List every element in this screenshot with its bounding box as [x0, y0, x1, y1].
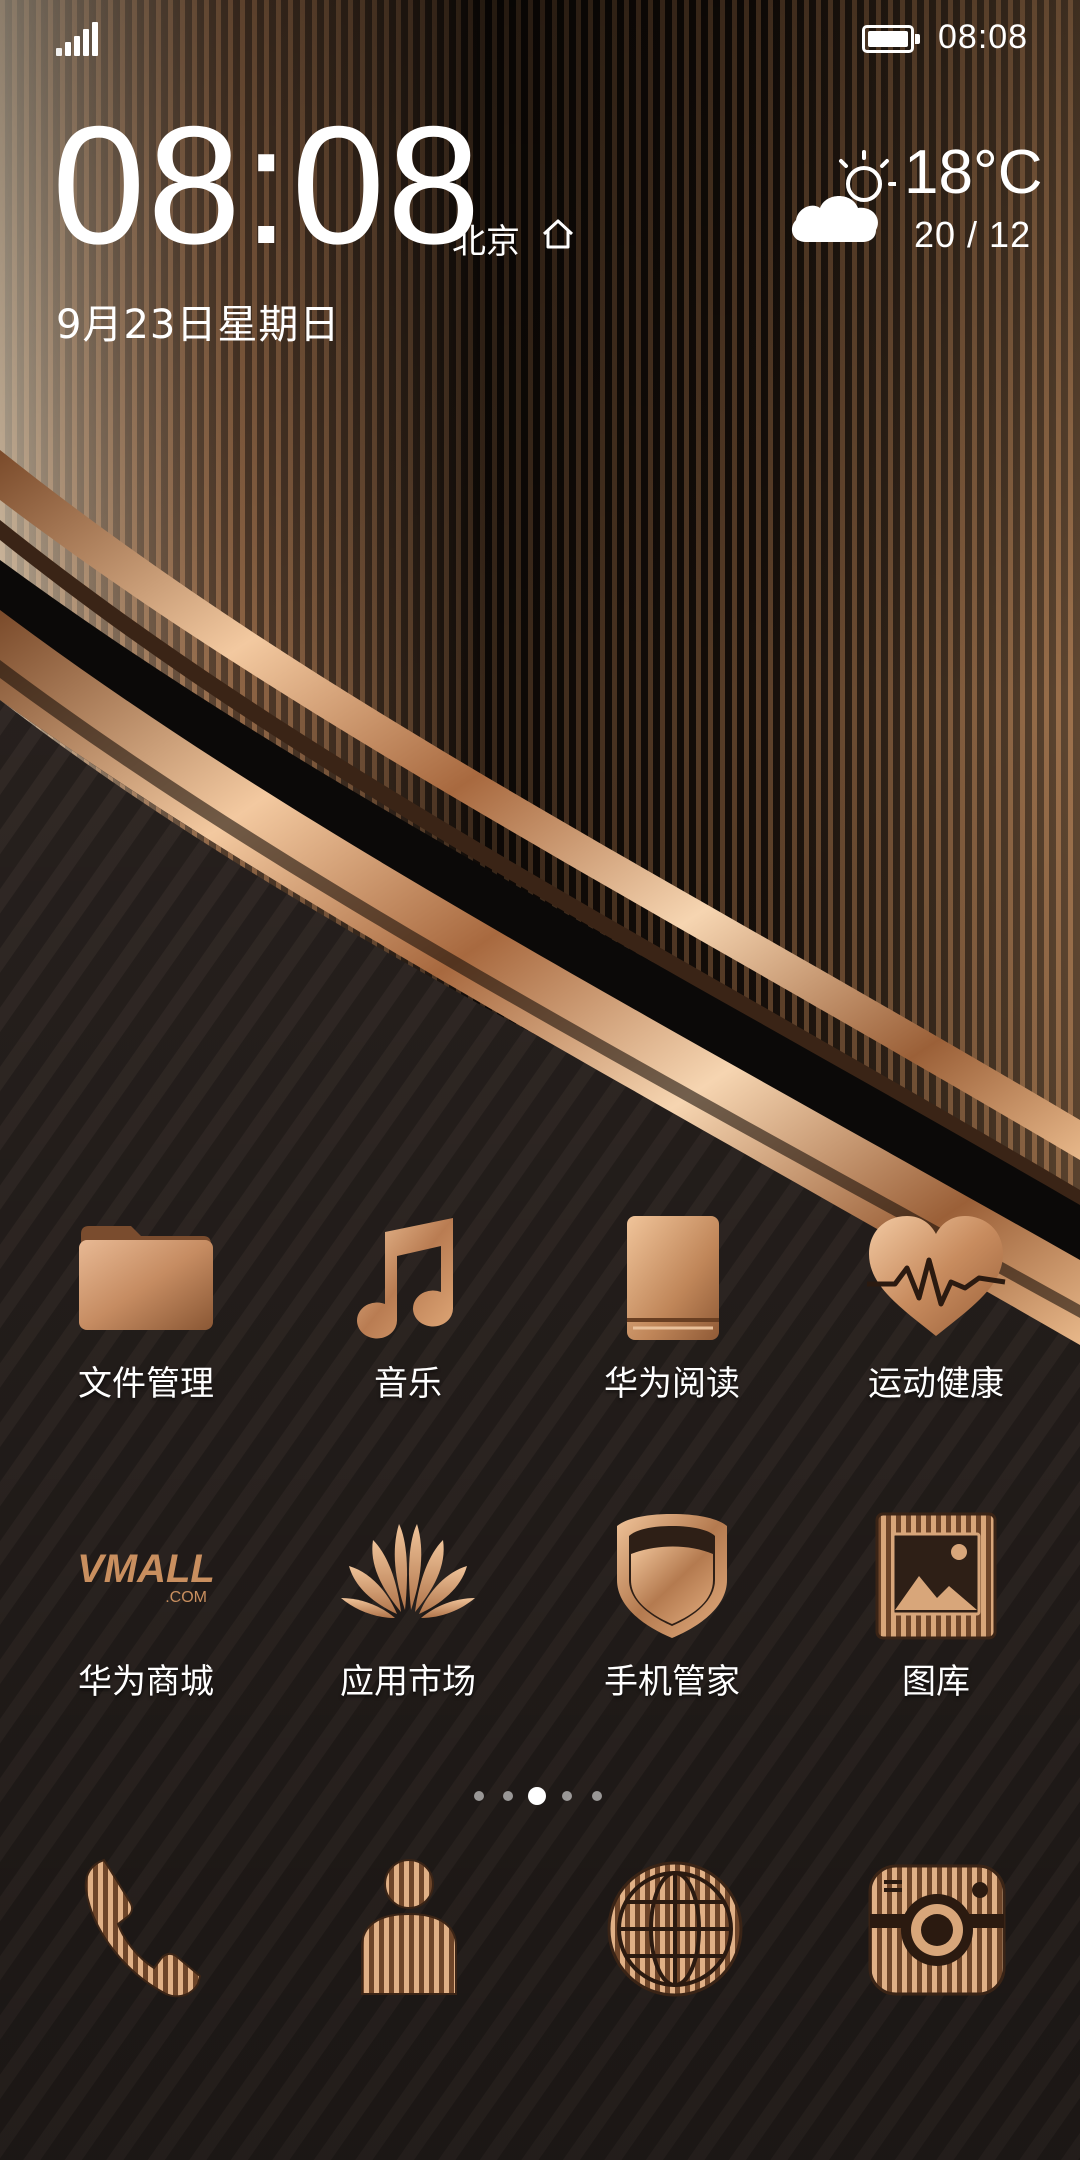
- camera-icon[interactable]: [862, 1854, 1012, 2004]
- svg-text:VMALL: VMALL: [77, 1547, 215, 1591]
- app-label: 手机管家: [604, 1662, 740, 1702]
- phone-icon[interactable]: [68, 1854, 218, 2004]
- page-dot[interactable]: [562, 1791, 572, 1801]
- app-label: 图库: [902, 1662, 970, 1702]
- folder-icon: [79, 1226, 213, 1330]
- app-gallery[interactable]: 图库: [826, 1510, 1046, 1703]
- app-app-gallery[interactable]: 应用市场: [298, 1510, 518, 1703]
- contacts-icon[interactable]: [334, 1854, 484, 2004]
- temperature: 18°C: [904, 138, 1043, 207]
- shield-icon: [617, 1514, 727, 1638]
- clock-time[interactable]: 08:08: [52, 100, 482, 270]
- app-label: 应用市场: [340, 1662, 476, 1702]
- music-note-icon: [357, 1218, 454, 1339]
- home-icon: [542, 219, 574, 249]
- city-label: 北京: [452, 222, 520, 262]
- gallery-icon: [875, 1512, 997, 1640]
- page-dot[interactable]: [503, 1791, 513, 1801]
- huawei-logo-icon: [341, 1524, 475, 1618]
- status-time: 08:08: [938, 18, 1029, 56]
- app-label: 华为商城: [78, 1662, 214, 1702]
- app-label: 文件管理: [78, 1364, 214, 1404]
- page-indicator[interactable]: [470, 1786, 610, 1806]
- app-label: 运动健康: [868, 1364, 1004, 1404]
- page-dot[interactable]: [474, 1791, 484, 1801]
- page-dot[interactable]: [592, 1791, 602, 1801]
- date-label: 9月23日星期日: [56, 302, 341, 348]
- book-icon: [627, 1216, 719, 1340]
- heart-pulse-icon: [867, 1216, 1006, 1336]
- browser-globe-icon[interactable]: [600, 1854, 750, 2004]
- app-phone-manager[interactable]: 手机管家: [562, 1510, 782, 1703]
- app-label: 音乐: [374, 1364, 442, 1404]
- page-dot-active[interactable]: [528, 1787, 546, 1805]
- svg-text:.COM: .COM: [165, 1589, 207, 1606]
- signal-bars-icon: [56, 22, 98, 56]
- home-screen: 08:08 08:08 北京 9月23日星期日 18°C 20 / 12 文件管…: [0, 0, 1080, 2160]
- app-label: 华为阅读: [604, 1364, 740, 1404]
- vmall-logo-icon: VMALL .COM: [77, 1547, 215, 1606]
- temperature-range: 20 / 12: [914, 214, 1032, 255]
- status-bar: 08:08: [0, 0, 1080, 80]
- app-vmall[interactable]: VMALL .COM 华为商城: [36, 1510, 256, 1703]
- app-music[interactable]: 音乐: [298, 1212, 518, 1405]
- app-huawei-reader[interactable]: 华为阅读: [562, 1212, 782, 1405]
- app-health[interactable]: 运动健康: [826, 1212, 1046, 1405]
- battery-full-icon: [862, 25, 920, 53]
- app-file-manager[interactable]: 文件管理: [36, 1212, 256, 1405]
- partly-cloudy-icon: [791, 150, 896, 242]
